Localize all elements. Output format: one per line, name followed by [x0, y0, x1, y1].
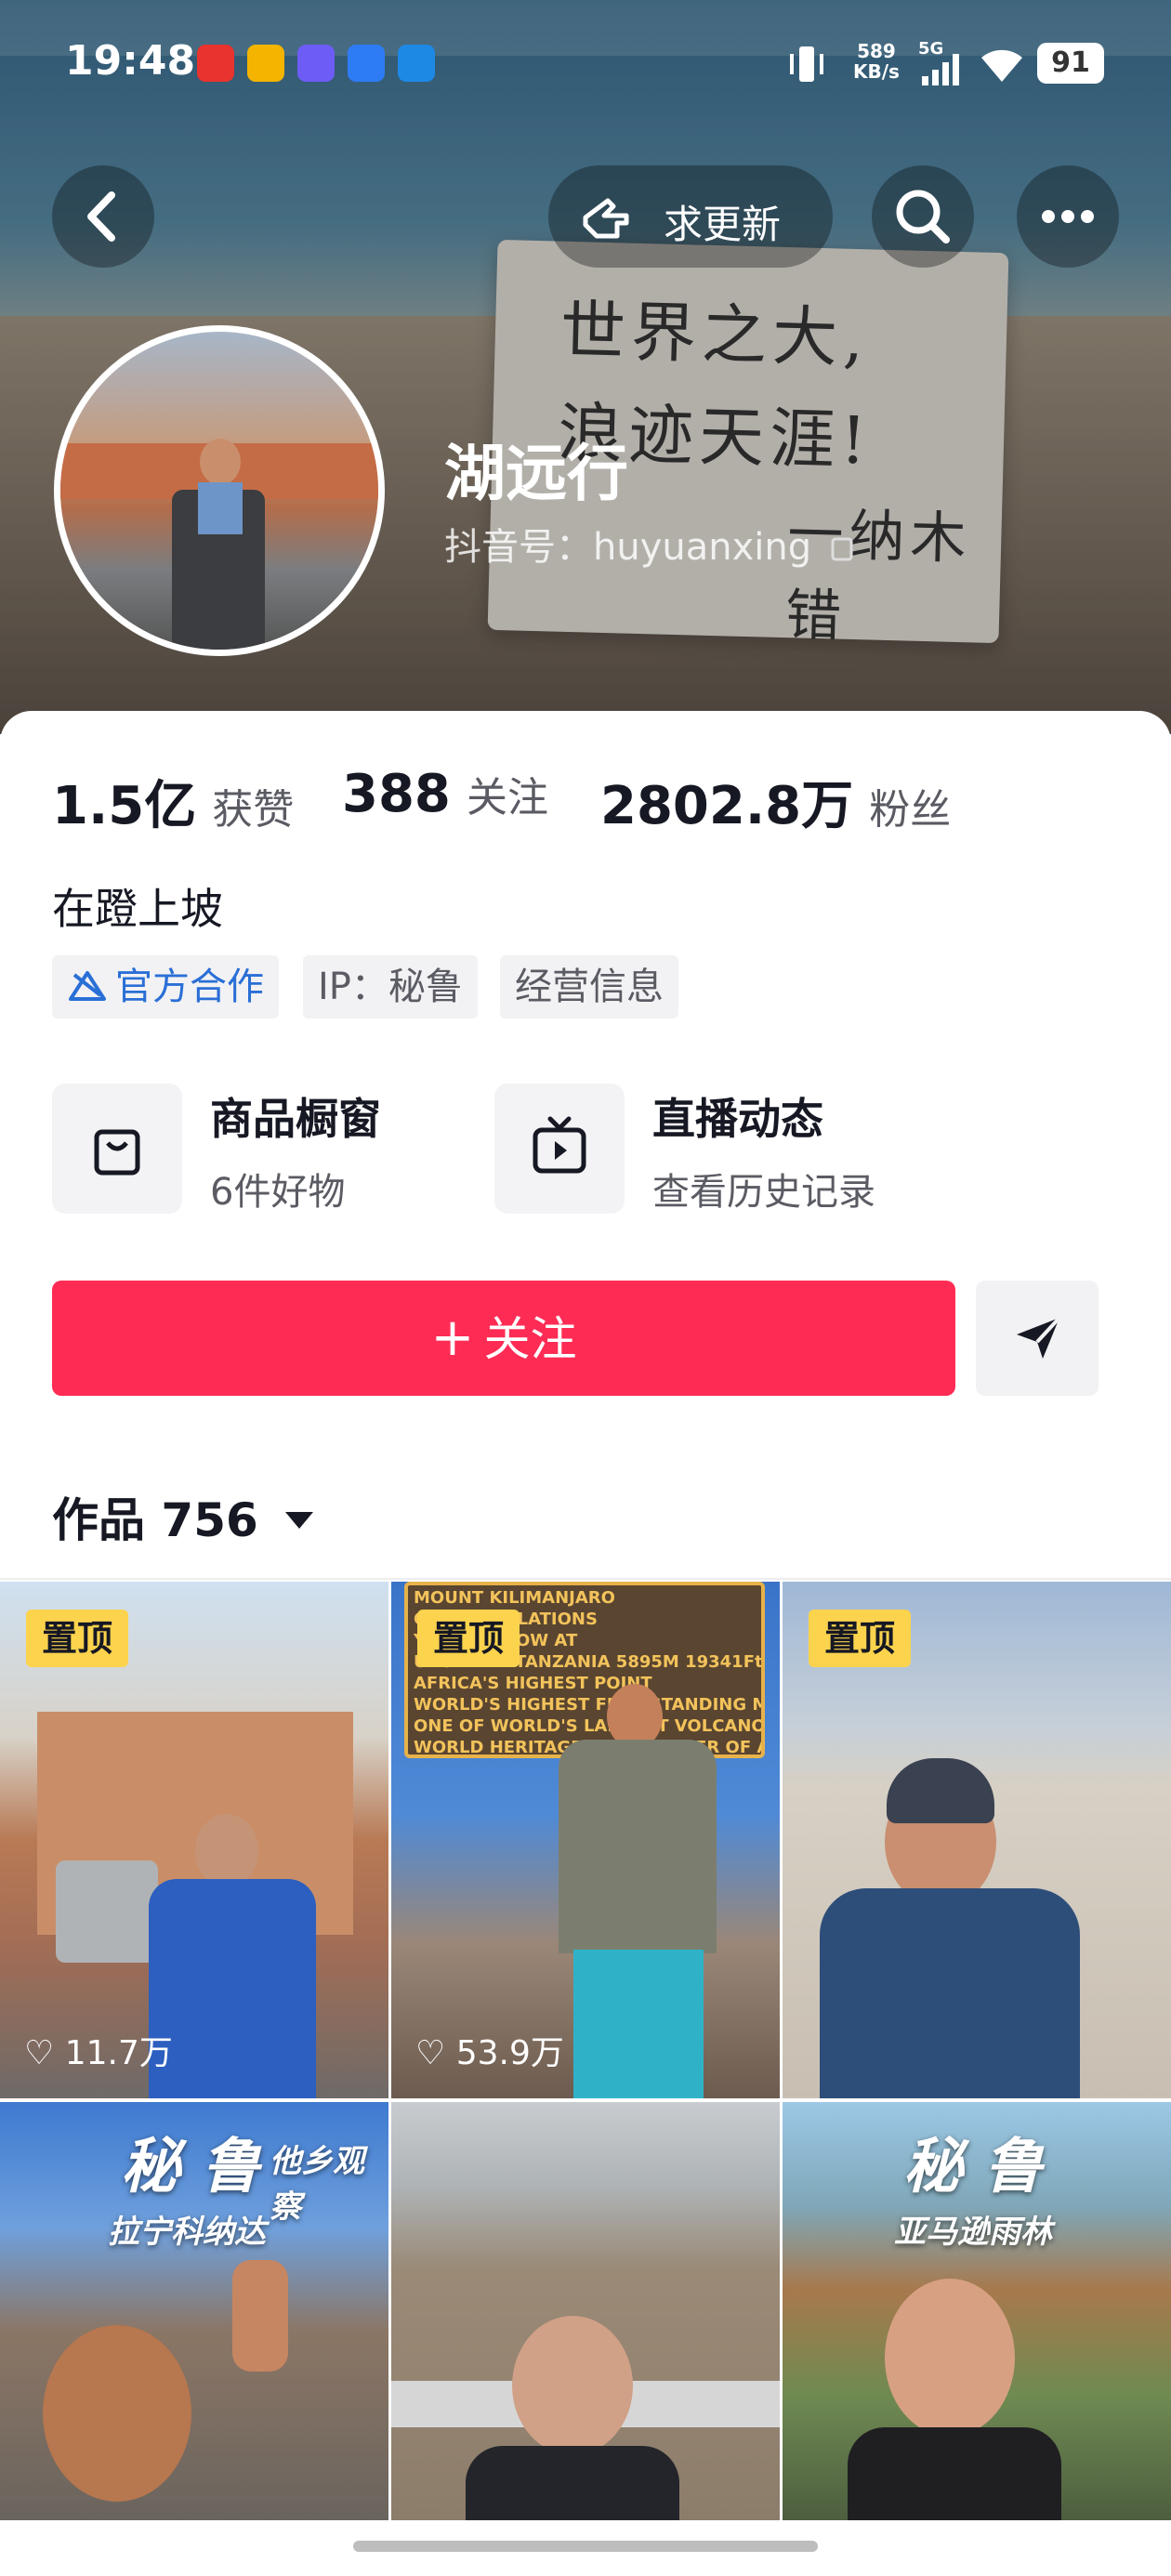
stat-likes-number: 1.5亿: [52, 776, 197, 836]
like-count-value: 11.7万: [64, 2034, 173, 2072]
video-thumbnail[interactable]: MOUNT KILIMANJARO CONGRATULATIONS YOU AR…: [391, 1582, 780, 2098]
like-count: ♡ 11.7万: [24, 2026, 173, 2074]
thumb-person-face: [195, 1814, 258, 1888]
paper-plane-icon: [1017, 1316, 1061, 1359]
business-info-tag[interactable]: 经营信息: [500, 955, 678, 1019]
thumb-person-face: [885, 2279, 1015, 2437]
pinned-badge: 置顶: [26, 1610, 128, 1667]
request-update-button[interactable]: 求更新: [548, 165, 833, 268]
heart-icon: ♡: [415, 2034, 446, 2072]
app-notification-icon: [348, 45, 385, 82]
video-thumbnail[interactable]: 置顶 ♡ 11.7万: [0, 1582, 388, 2098]
live-activity-subtitle: 查看历史记录: [652, 1171, 875, 1214]
thumb-person-face: [43, 2325, 191, 2502]
stat-following-label: 关注: [467, 774, 548, 821]
shop-window-entry[interactable]: 商品橱窗 6件好物: [52, 1084, 480, 1214]
thumb-person-beanie: [887, 1758, 994, 1823]
profile-avatar[interactable]: [54, 325, 385, 656]
stat-likes-label: 获赞: [212, 786, 295, 834]
home-indicator[interactable]: [353, 2541, 818, 2552]
thumb-person-jacket: [149, 1879, 316, 2098]
official-cooperation-icon: [69, 971, 106, 1001]
stat-followers-number: 2802.8万: [600, 776, 854, 836]
thumb-title: 秘 鲁: [121, 2133, 261, 2201]
official-cooperation-tag[interactable]: 官方合作: [52, 955, 279, 1019]
copy-icon: [831, 537, 853, 561]
thumb-person-tank: [848, 2427, 1061, 2520]
search-button[interactable]: [872, 165, 974, 268]
avatar-cyclist-face: [200, 439, 241, 485]
thumb-title: 秘 鲁: [903, 2133, 1044, 2201]
shop-window-title: 商品橱窗: [210, 1094, 381, 1144]
heart-icon: ♡: [24, 2034, 55, 2072]
thumb-badge: 他乡观察: [270, 2143, 364, 2226]
app-notification-icon: [398, 45, 435, 82]
thumb-person-hand: [232, 2260, 288, 2372]
network-speed: 589 KB/s: [853, 40, 900, 83]
live-activity-entry[interactable]: 直播动态 查看历史记录: [494, 1084, 1015, 1214]
more-dots-icon: [1042, 210, 1094, 223]
stat-likes[interactable]: 1.5亿 获赞: [52, 764, 294, 839]
profile-bio: 在蹬上坡: [52, 884, 223, 934]
shopping-bag-icon: [94, 1129, 140, 1176]
caret-down-icon: [285, 1512, 314, 1529]
tv-play-icon: [533, 1116, 586, 1174]
request-update-label: 求更新: [664, 202, 782, 247]
thumb-subtitle: 亚马逊雨林: [894, 2214, 1052, 2251]
follow-label: 关注: [483, 1312, 577, 1366]
thumb-person-jacket: [820, 1888, 1080, 2098]
live-activity-icon-box: [494, 1084, 625, 1214]
pinned-badge: 置顶: [809, 1610, 911, 1667]
works-tab[interactable]: 作品 756: [52, 1483, 315, 1550]
thumb-person-face: [512, 2316, 633, 2455]
stat-following-number: 388: [342, 764, 451, 824]
back-button[interactable]: [52, 165, 154, 268]
thumb-person-jacket: [559, 1740, 717, 1953]
official-cooperation-label: 官方合作: [115, 966, 264, 1008]
battery-indicator: 91: [1037, 43, 1104, 84]
thumb-person-pants: [573, 1950, 704, 2098]
search-icon: [896, 190, 950, 243]
stat-followers-label: 粉丝: [869, 786, 952, 834]
ip-location-tag: IP：秘鲁: [303, 955, 478, 1019]
video-thumbnail[interactable]: 置顶: [783, 1582, 1171, 2098]
plus-icon: +: [430, 1308, 475, 1368]
weibo-notification-icon: [247, 45, 284, 82]
like-count-value: 53.9万: [455, 2034, 564, 2072]
more-options-button[interactable]: [1017, 165, 1119, 268]
status-time: 19:48: [65, 37, 196, 85]
stat-followers[interactable]: 2802.8万 粉丝: [600, 764, 951, 839]
app-notification-icon: [297, 45, 335, 82]
profile-name: 湖远行: [444, 438, 628, 509]
thumb-car: [56, 1860, 158, 1963]
stat-following[interactable]: 388 关注: [342, 764, 548, 824]
pointing-hand-icon: [583, 198, 629, 239]
like-count: ♡ 53.9万: [415, 2026, 564, 2074]
douyin-id-text: 抖音号：huyuanxing: [444, 526, 812, 569]
thumb-summit-sign: MOUNT KILIMANJARO CONGRATULATIONS YOU AR…: [404, 1582, 765, 1758]
signal-icon: [922, 54, 963, 85]
divider: [0, 1578, 1171, 1580]
shop-window-icon-box: [52, 1084, 182, 1214]
avatar-cyclist-shirt: [198, 482, 243, 534]
video-thumbnail[interactable]: 秘 鲁 他乡观察 拉宁科纳达: [0, 2102, 388, 2520]
follow-button[interactable]: + 关注: [52, 1281, 955, 1396]
wifi-icon: [978, 45, 1026, 84]
live-activity-title: 直播动态: [652, 1094, 823, 1144]
shop-window-subtitle: 6件好物: [210, 1171, 346, 1214]
thumb-subtitle: 拉宁科纳达: [108, 2214, 266, 2251]
chevron-left-icon: [87, 191, 115, 242]
app-notification-icon: [197, 45, 234, 82]
vibrate-icon: [788, 43, 825, 85]
douyin-id[interactable]: 抖音号：huyuanxing: [444, 517, 857, 571]
thumb-person-jacket: [466, 2446, 679, 2520]
share-button[interactable]: [976, 1281, 1099, 1396]
video-thumbnail[interactable]: 秘 鲁 亚马逊雨林: [783, 2102, 1171, 2520]
pinned-badge: 置顶: [417, 1610, 520, 1667]
video-thumbnail[interactable]: [391, 2102, 780, 2520]
works-label: 作品 756: [52, 1493, 258, 1547]
